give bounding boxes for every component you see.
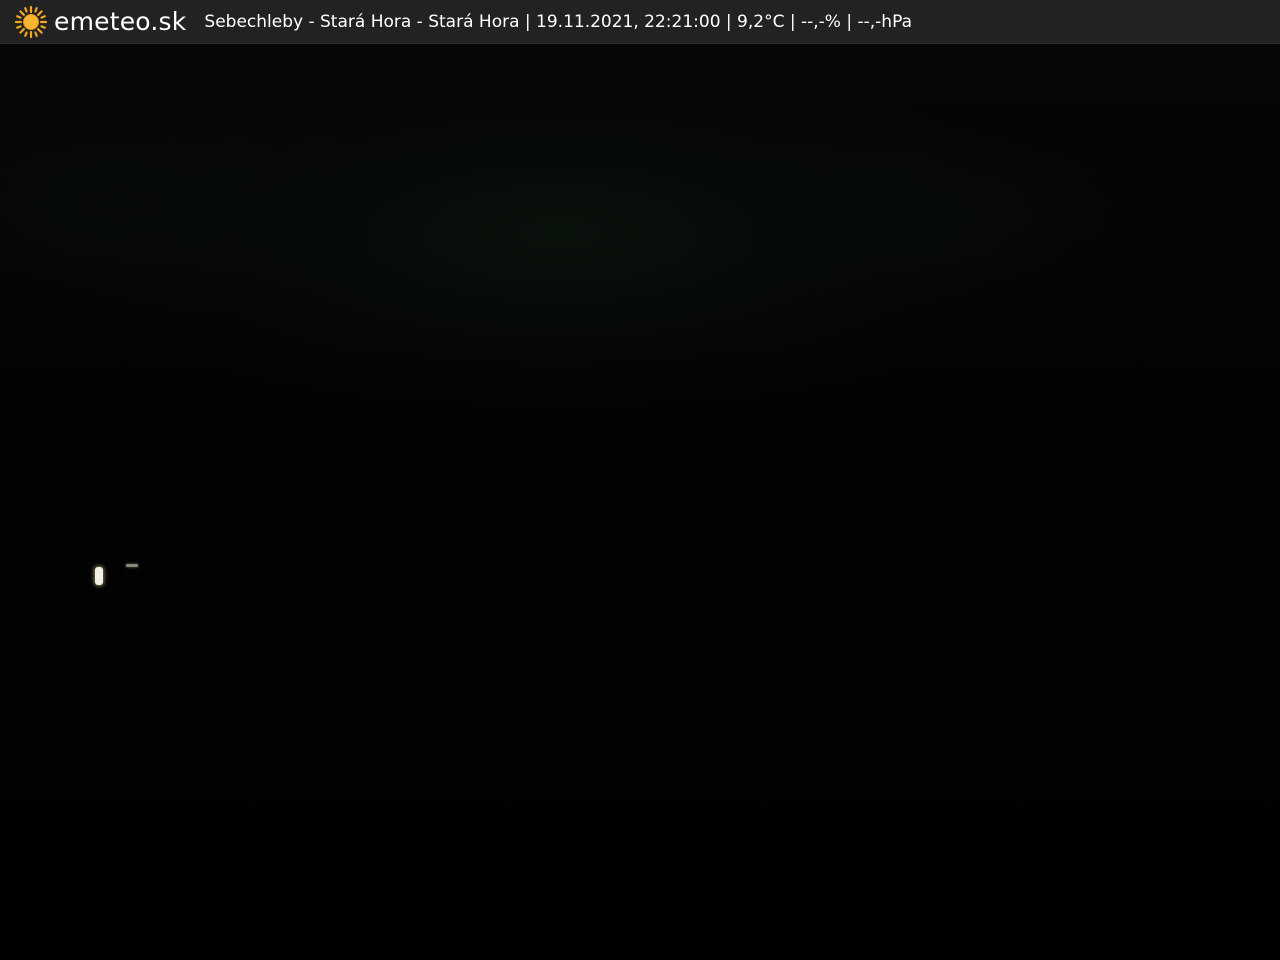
station-info-caption: Sebechleby - Stará Hora - Stará Hora | 1… (204, 11, 912, 32)
webcam-frame: emeteo.sk Sebechleby - Stará Hora - Star… (0, 0, 1280, 960)
brand-name[interactable]: emeteo.sk (54, 0, 186, 44)
overlay-header-bar: emeteo.sk Sebechleby - Stará Hora - Star… (0, 0, 1280, 44)
sun-icon (14, 5, 48, 38)
webcam-image (0, 44, 1280, 960)
distant-light (95, 567, 103, 585)
distant-light-small (126, 564, 138, 567)
emeteo-logo[interactable]: emeteo.sk (0, 0, 186, 44)
